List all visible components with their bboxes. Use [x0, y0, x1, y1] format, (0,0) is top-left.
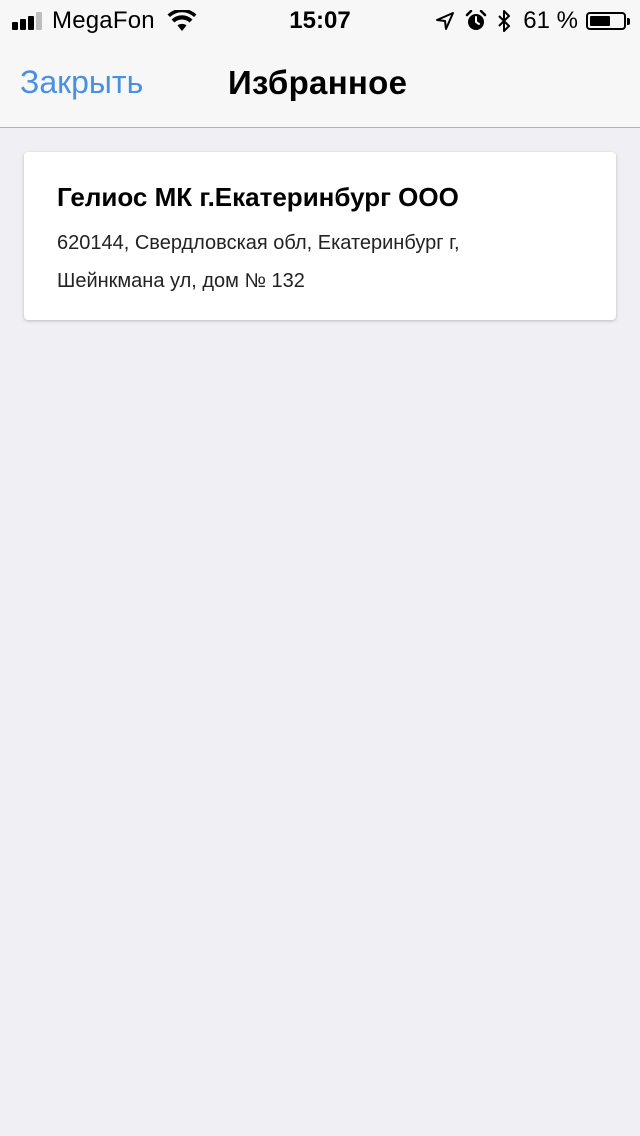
address-line-1: 620144, Свердловская обл, Екатеринбург г… — [57, 232, 460, 254]
company-address: 620144, Свердловская обл, Екатеринбург г… — [57, 224, 583, 300]
page-title: Избранное — [228, 64, 408, 101]
location-icon — [436, 12, 455, 30]
battery-fill — [590, 16, 610, 26]
favorite-card[interactable]: Гелиос МК г.Екатеринбург ООО 620144, Све… — [24, 152, 616, 320]
status-bar: MegaFon 15:07 61 % — [0, 0, 640, 40]
battery-percent: 61 % — [523, 7, 578, 34]
navigation-bar: Закрыть Избранное — [0, 40, 640, 128]
battery-icon — [586, 12, 630, 30]
bluetooth-icon — [498, 10, 511, 32]
company-name: Гелиос МК г.Екатеринбург ООО — [57, 182, 459, 212]
address-line-2: Шейнкмана ул, дом № 132 — [57, 270, 305, 292]
close-button[interactable]: Закрыть — [20, 64, 143, 101]
status-right: 61 % — [425, 6, 630, 36]
favorites-screen: MegaFon 15:07 61 % Закрыть Избранное Гел… — [0, 0, 640, 1136]
alarm-icon — [466, 10, 487, 30]
